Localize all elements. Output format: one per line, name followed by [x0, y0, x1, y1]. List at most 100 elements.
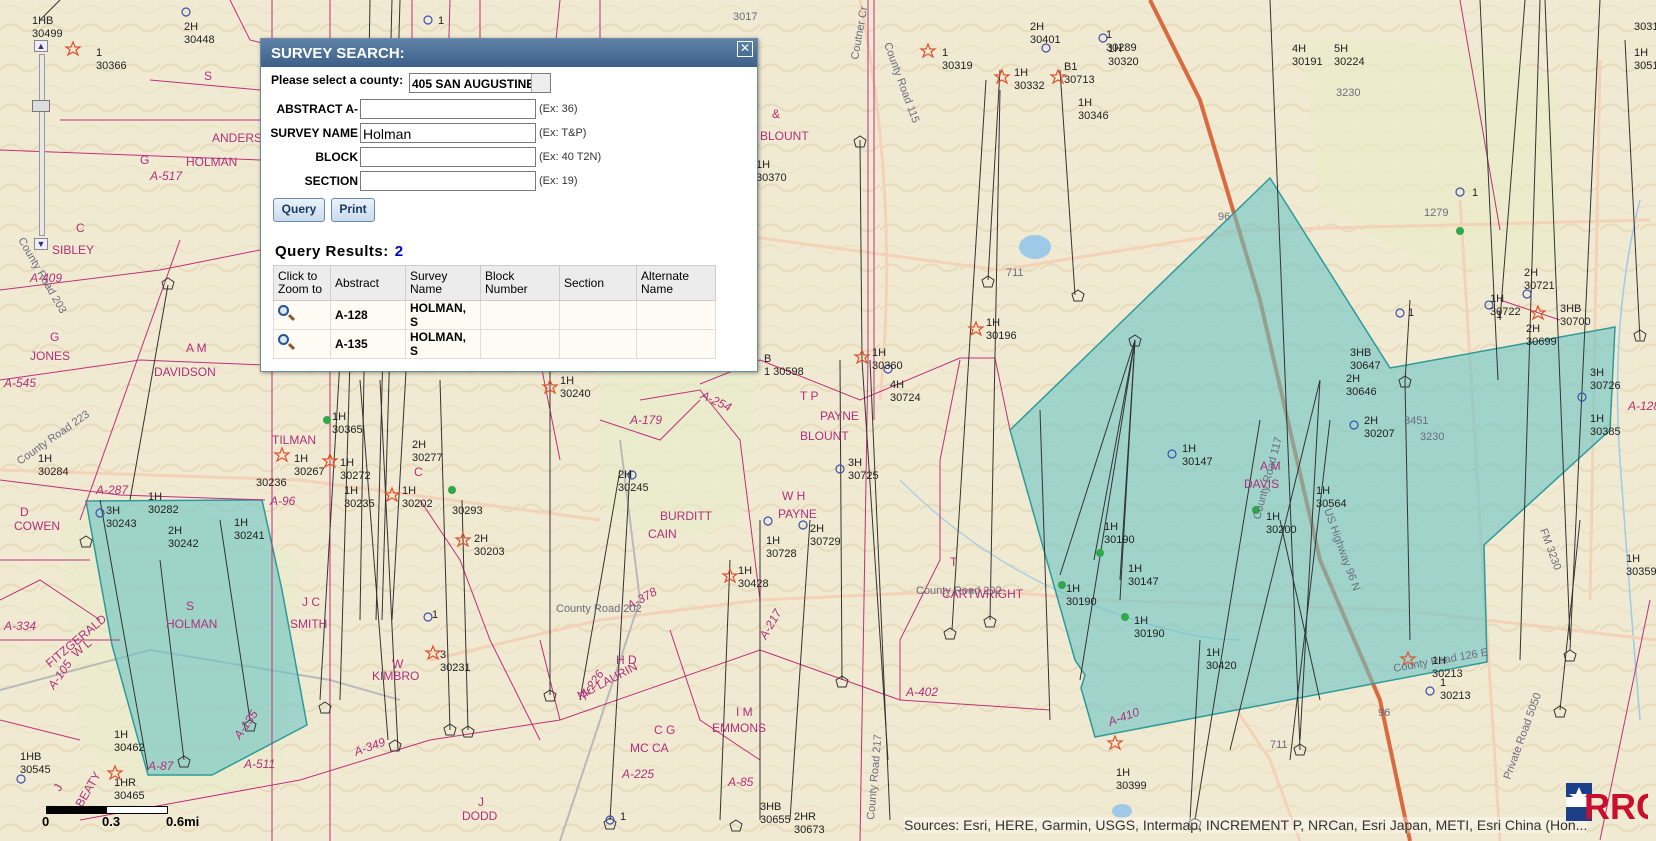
survey-label: C G — [654, 723, 675, 737]
zoom-to-icon[interactable] — [278, 304, 296, 323]
survey-label: PAYNE — [820, 409, 859, 423]
scale-tick-2: 0.6mi — [166, 814, 200, 829]
county-label: Please select a county: — [271, 73, 404, 87]
county-select[interactable]: 405 SAN AUGUSTINE — [409, 73, 551, 93]
section-hint: (Ex: 19) — [539, 175, 578, 187]
block-label: BLOCK — [315, 150, 358, 164]
survey-label: BLOUNT — [760, 129, 809, 143]
query-button[interactable]: Query — [273, 198, 325, 222]
survey-label: A-179 — [629, 413, 662, 427]
map-canvas[interactable]: A M DAVIDSON G JONES C SIBLEY D COWEN S HOLMAN J C… — [0, 0, 1656, 841]
road-label: County Road 202 — [916, 585, 1002, 597]
zoom-in-button[interactable]: ▲ — [34, 40, 48, 52]
survey-label: A-402 — [905, 685, 938, 699]
survey-label: HOLMAN — [166, 617, 217, 631]
col-section: Section — [559, 265, 637, 301]
well-label: 30293 — [452, 505, 483, 517]
zoom-to-icon[interactable] — [278, 333, 296, 352]
survey-label: COWEN — [14, 519, 60, 533]
survey-name-cell: HOLMAN, S — [405, 329, 481, 359]
survey-label: C — [76, 221, 85, 235]
survey-label: D — [20, 505, 29, 519]
col-survey-name: Survey Name — [405, 265, 481, 301]
road-label: 711 — [1270, 739, 1288, 751]
survey-label: J C — [302, 595, 320, 609]
survey-label: G — [50, 330, 59, 344]
abstract-cell: A-128 — [330, 300, 406, 330]
survey-label: DODD — [462, 809, 498, 823]
section-cell — [559, 329, 637, 359]
survey-label: J — [478, 795, 484, 809]
survey-label: A-511 — [243, 757, 275, 771]
abstract-input[interactable] — [360, 99, 536, 119]
zoom-cell[interactable] — [273, 329, 331, 359]
logo-text: RRC — [1584, 786, 1648, 823]
well-label: 30313 — [1634, 21, 1656, 33]
survey-label: BURDITT — [660, 509, 713, 523]
survey-label: HOLMAN — [186, 155, 237, 169]
survey-label: A-85 — [727, 775, 754, 789]
survey-label: A-545 — [3, 376, 36, 390]
well-label: 30236 — [256, 477, 287, 489]
survey-name-input[interactable]: Holman — [360, 123, 536, 143]
dialog-title: SURVEY SEARCH: — [261, 39, 757, 67]
rrc-logo[interactable]: RRC — [1566, 783, 1656, 827]
block-input[interactable] — [360, 147, 536, 167]
zoom-track[interactable] — [39, 54, 45, 236]
road-label: 1279 — [1424, 207, 1448, 219]
well-label: 1 — [438, 15, 444, 27]
survey-label: A-334 — [3, 619, 36, 633]
col-block-number: Block Number — [480, 265, 560, 301]
zoom-thumb[interactable] — [32, 100, 50, 112]
zoom-slider[interactable]: ▲ ▼ — [32, 40, 50, 250]
close-icon[interactable]: ✕ — [737, 41, 753, 57]
col-zoom: Click to Zoom to — [273, 265, 331, 301]
zoom-out-button[interactable]: ▼ — [34, 238, 48, 250]
road-label: 3017 — [733, 11, 757, 23]
survey-search-dialog: SURVEY SEARCH: ✕ Please select a county:… — [260, 38, 758, 372]
alternate-cell — [636, 300, 716, 330]
block-hint: (Ex: 40 T2N) — [539, 151, 602, 163]
col-alternate-name: Alternate Name — [636, 265, 716, 301]
survey-label: A-96 — [269, 494, 296, 508]
section-input[interactable] — [360, 171, 536, 191]
survey-name-hint: (Ex: T&P) — [539, 127, 587, 139]
survey-label: T — [950, 555, 958, 569]
survey-label: G — [140, 153, 149, 167]
survey-name-label: SURVEY NAME — [270, 126, 358, 140]
survey-label: CAIN — [648, 527, 677, 541]
survey-label: MC CA — [630, 741, 669, 755]
survey-label: A-287 — [95, 483, 129, 497]
survey-label: SIBLEY — [52, 243, 94, 257]
table-row[interactable]: A-135 HOLMAN, S — [273, 329, 716, 359]
chevron-down-icon[interactable] — [531, 74, 550, 92]
abstract-hint: (Ex: 36) — [539, 103, 578, 115]
scale-bar: 0 0.3 0.6mi — [42, 806, 199, 836]
results-table: Click to Zoom to Abstract Survey Name Bl… — [273, 265, 716, 359]
table-row[interactable]: A-128 HOLMAN, S — [273, 300, 716, 330]
survey-label: A-128 — [1627, 399, 1656, 413]
survey-label: W H — [782, 489, 805, 503]
abstract-label: ABSTRACT A- — [276, 102, 358, 116]
survey-label: TILMAN — [272, 433, 316, 447]
attribution-text: Sources: Esri, HERE, Garmin, USGS, Inter… — [904, 817, 1588, 833]
well-label: 1 — [1472, 187, 1478, 199]
road-label: 3230 — [1420, 431, 1444, 443]
abstract-cell: A-135 — [330, 329, 406, 359]
zoom-cell[interactable] — [273, 300, 331, 330]
road-label: 96 — [1218, 211, 1230, 223]
well-label: 1 — [1408, 307, 1414, 319]
survey-label: PAYNE — [778, 507, 817, 521]
print-button[interactable]: Print — [331, 198, 375, 222]
survey-label: KIMBRO — [372, 669, 419, 683]
survey-label: SMITH — [290, 617, 327, 631]
alternate-cell — [636, 329, 716, 359]
road-label: 3451 — [1404, 415, 1428, 427]
survey-label: A M — [186, 341, 207, 355]
abstract-row: ABSTRACT A- — [261, 98, 358, 120]
survey-label: DAVIDSON — [154, 365, 216, 379]
block-cell — [480, 300, 560, 330]
scale-tick-0: 0 — [42, 814, 50, 829]
section-row: SECTION — [261, 170, 358, 192]
survey-name-row: SURVEY NAME — [261, 122, 358, 144]
